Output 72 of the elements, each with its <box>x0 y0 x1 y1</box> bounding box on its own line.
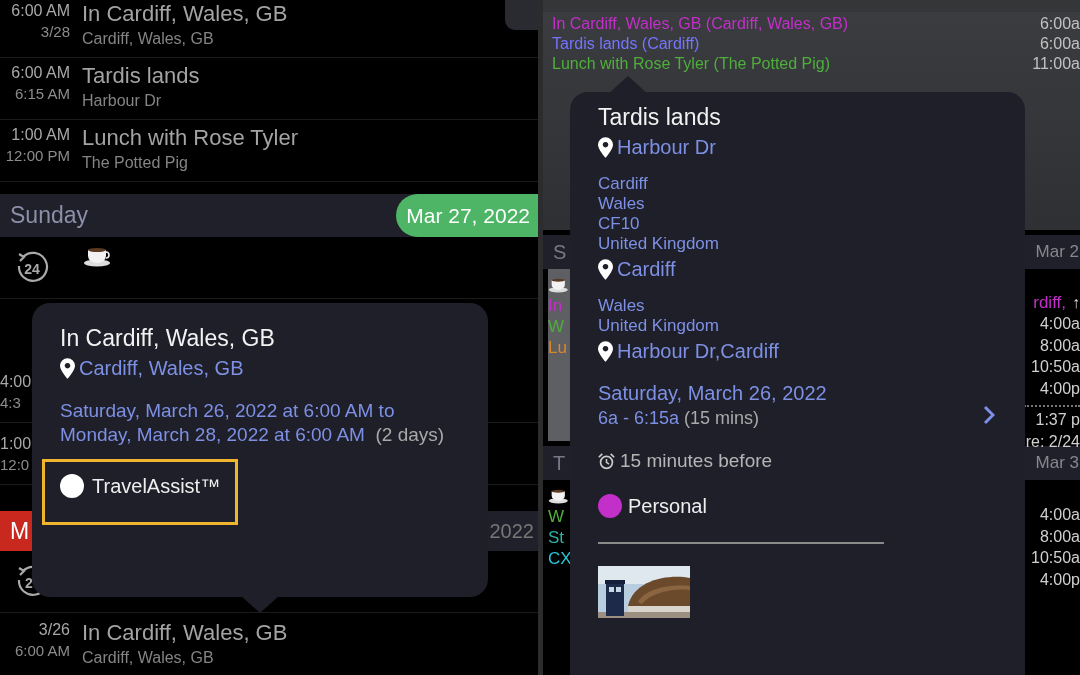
location-link[interactable]: Harbour Dr <box>617 134 716 160</box>
event-location: Harbour Dr <box>82 91 163 111</box>
date-label: Mar 2 <box>1035 242 1080 262</box>
event-time: 10:50a <box>1031 357 1080 377</box>
event-time: 6:00a <box>1039 35 1080 53</box>
event-time: 6:00a <box>1039 15 1080 33</box>
start-date: 3/26 <box>38 620 70 640</box>
event-time: 11:00a <box>1032 55 1080 73</box>
start-time: 6:00 AM <box>14 641 70 661</box>
pin-icon <box>598 136 613 158</box>
event-entry[interactable]: Tardis lands (Cardiff) <box>552 35 700 53</box>
end-time: 12:0 <box>0 455 30 475</box>
address-line: United Kingdom <box>598 316 720 336</box>
end-time: 4:3 <box>0 393 21 413</box>
event-date: Saturday, March 26, 2022 <box>598 381 827 406</box>
event-time: 4:00a <box>1039 314 1080 334</box>
date-range: Saturday, March 26, 2022 at 6:00 AM to Monday, March 28, 2022 at 6:00 AM (2 days) <box>60 399 446 447</box>
event-title[interactable]: Lunch with Rose Tyler <box>82 124 299 152</box>
pin-icon <box>598 258 613 280</box>
date-label: 2022 <box>489 519 535 543</box>
event-entry[interactable]: rdiff, <box>1033 293 1066 313</box>
address-line: Cardiff <box>598 174 649 194</box>
event-entry[interactable]: Lunch with Rose Tyler (The Potted Pig) <box>552 55 831 73</box>
calendar-tag[interactable]: TravelAssist™ <box>42 459 238 525</box>
calendar-name: Personal <box>628 494 707 518</box>
event-title[interactable]: In Cardiff, Wales, GB <box>82 0 288 28</box>
event-location: Cardiff, Wales, GB <box>82 648 215 668</box>
event-time: re: 2/24 <box>1025 431 1080 452</box>
address-line: CF10 <box>598 214 641 234</box>
end-time: 12:00 PM <box>5 146 70 166</box>
event-location: Cardiff, Wales, GB <box>82 29 215 49</box>
start-time: 6:00 AM <box>11 1 70 21</box>
event-time: 8:00a <box>1039 526 1080 547</box>
location-link[interactable]: Harbour Dr,Cardiff <box>617 338 779 364</box>
start-time: 1:00 AM <box>11 125 70 145</box>
event-time-range: 6a - 6:15a (15 mins) <box>598 407 761 430</box>
event-time: 10:50a <box>1031 548 1080 568</box>
popover-title: Tardis lands <box>598 103 722 132</box>
start-time: 1:00 <box>0 434 32 454</box>
event-time: 4:00a <box>1039 505 1080 525</box>
start-time: 4:00 <box>0 372 32 392</box>
end-time: 3/28 <box>40 22 70 42</box>
address-line: Wales <box>598 296 646 316</box>
day-label: S <box>553 240 567 264</box>
event-entry[interactable]: CX <box>548 549 572 569</box>
alarm-clock-icon <box>598 452 615 470</box>
day-label: T <box>553 451 566 475</box>
pin-icon <box>60 357 75 379</box>
date-badge: Mar 27, 2022 <box>396 194 538 237</box>
event-time: 8:00a <box>1039 335 1080 356</box>
day-label: Sunday <box>9 202 88 229</box>
event-location: The Potted Pig <box>82 153 189 173</box>
location-link[interactable]: Cardiff <box>617 256 676 282</box>
event-time: 1:37 p <box>1035 410 1080 430</box>
start-time: 6:00 AM <box>11 63 70 83</box>
event-time: 4:00p <box>1039 569 1080 590</box>
popover-title: In Cardiff, Wales, GB <box>60 324 276 353</box>
event-entry[interactable]: St <box>548 528 565 548</box>
address-line: Wales <box>598 194 646 214</box>
event-title[interactable]: In Cardiff, Wales, GB <box>82 619 288 647</box>
event-time: 4:00p <box>1039 378 1080 399</box>
end-time: 6:15 AM <box>14 84 70 104</box>
calendar-name: TravelAssist™ <box>92 474 221 498</box>
alert-label: 15 minutes before <box>620 450 773 472</box>
event-title[interactable]: Tardis lands <box>82 62 200 90</box>
date-label: Mar 3 <box>1035 453 1080 473</box>
chevron-right-icon[interactable] <box>983 405 995 425</box>
location-link[interactable]: Cardiff, Wales, GB <box>79 355 244 381</box>
pin-icon <box>598 340 613 362</box>
address-line: United Kingdom <box>598 234 720 254</box>
up-arrow-icon: ↑ <box>1072 294 1080 312</box>
event-entry[interactable]: W <box>548 507 565 527</box>
